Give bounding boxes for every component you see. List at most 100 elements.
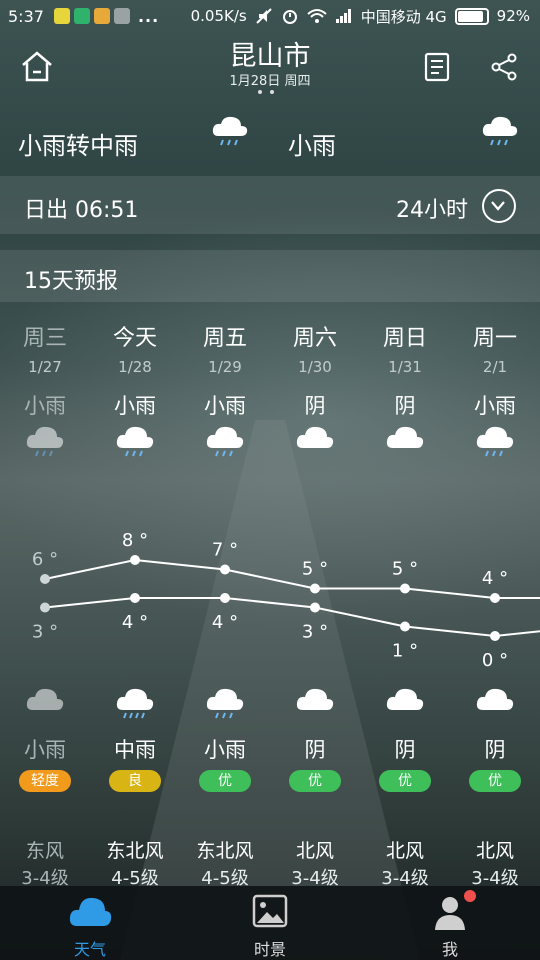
day-condition: 阴 — [394, 394, 416, 418]
cloud-icon — [296, 688, 334, 710]
rain-cloud-icon — [212, 116, 248, 146]
city-title[interactable]: 昆山市 — [0, 34, 540, 73]
tomorrow-condition: 小雨 — [288, 132, 336, 160]
rain-cloud-icon — [476, 426, 514, 457]
cloud-icon — [386, 426, 424, 448]
expand-hourly-button[interactable] — [482, 189, 516, 223]
day-condition: 小雨 — [204, 394, 246, 418]
hourly-toggle-label[interactable]: 24小时 — [396, 192, 468, 224]
low-temp-point — [130, 593, 140, 603]
day-date: 1/30 — [298, 358, 332, 376]
night-icon-cell — [450, 684, 540, 724]
wifi-icon — [307, 9, 327, 23]
high-temp-point — [490, 593, 500, 603]
day-icon-cell — [450, 422, 540, 462]
low-temp-point — [220, 593, 230, 603]
high-temp-label: 8 ° — [122, 530, 148, 551]
rain-cloud-icon — [482, 116, 518, 146]
cloud-icon — [26, 688, 64, 710]
night-icon-cell — [360, 684, 450, 724]
header: 昆山市 1月28日 周四 — [0, 32, 540, 96]
low-temp-label: 0 ° — [482, 650, 508, 671]
night-condition: 小雨 — [204, 738, 246, 762]
image-icon — [252, 894, 288, 928]
day-icon-cell — [90, 422, 180, 462]
nav-scene-label: 时景 — [253, 940, 286, 959]
carrier-label: 中国移动 4G — [360, 7, 447, 26]
status-bar: 5:37 ... 0.05K/s 中国移动 4G 92% — [0, 0, 540, 32]
network-speed: 0.05K/s — [190, 7, 247, 25]
nav-scene[interactable]: 时景 — [180, 886, 360, 960]
day-icon-cell — [0, 422, 90, 462]
nav-me[interactable]: 我 — [360, 886, 540, 960]
day-condition: 小雨 — [474, 394, 516, 418]
notification-icons — [53, 8, 130, 24]
status-time: 5:37 — [8, 6, 44, 26]
low-temp-point — [310, 602, 320, 613]
today-tomorrow-summary: 小雨转中雨 小雨 — [0, 96, 540, 170]
battery-icon — [454, 7, 489, 25]
cloud-icon — [386, 688, 424, 710]
aqi-cell: 良 — [90, 770, 180, 794]
aqi-cell: 轻度 — [0, 770, 90, 794]
rain-cloud-icon — [206, 426, 244, 457]
wind-direction: 北风 — [475, 840, 514, 862]
wind-direction: 东北风 — [196, 840, 254, 862]
cloud-icon — [296, 426, 334, 448]
low-temp-point — [490, 631, 500, 641]
page-indicator — [258, 90, 274, 94]
high-temp-point — [40, 574, 50, 584]
day-icon-cell — [270, 422, 360, 462]
high-temp-label: 7 ° — [212, 540, 238, 561]
notification-badge — [464, 890, 476, 902]
day-date: 2/1 — [482, 358, 508, 376]
bottom-navigation: 天气 时景 我 — [0, 886, 540, 960]
rain-cloud-icon — [116, 426, 154, 457]
news-list-icon[interactable] — [424, 52, 452, 82]
low-temp-label: 3 ° — [32, 622, 58, 643]
day-condition: 小雨 — [114, 394, 156, 418]
high-temp-label: 5 ° — [392, 559, 418, 580]
high-temp-label: 6 ° — [32, 549, 58, 570]
nav-weather-label: 天气 — [73, 940, 106, 959]
low-temp-label: 4 ° — [122, 612, 148, 633]
aqi-cell: 优 — [180, 770, 270, 794]
aqi-cell: 优 — [360, 770, 450, 794]
forecast-header: 15天预报 — [0, 250, 540, 302]
high-temp-label: 5 ° — [302, 559, 328, 580]
share-icon[interactable] — [490, 52, 520, 82]
cloud-icon — [476, 688, 514, 710]
day-weekday: 周一 — [472, 326, 517, 351]
low-temp-label: 1 ° — [392, 641, 418, 662]
low-temp-point — [40, 602, 50, 613]
day-condition: 阴 — [304, 394, 326, 418]
aqi-badge: 优 — [289, 770, 341, 792]
night-icon-cell — [90, 684, 180, 724]
high-temp-point — [310, 583, 320, 594]
day-weekday: 周五 — [202, 326, 247, 351]
day-weekday: 周三 — [22, 326, 67, 351]
aqi-cell: 优 — [270, 770, 360, 794]
high-temp-point — [220, 564, 230, 575]
aqi-badge: 优 — [469, 770, 521, 792]
cloud-icon — [69, 897, 112, 926]
wind-direction: 北风 — [385, 840, 424, 862]
high-temp-point — [400, 583, 410, 594]
night-icon-cell — [180, 684, 270, 724]
rain-cloud-icon — [206, 688, 244, 719]
battery-percent: 92% — [496, 7, 530, 25]
day-condition: 小雨 — [24, 394, 66, 418]
wind-direction: 北风 — [295, 840, 334, 862]
night-icon-cell — [0, 684, 90, 724]
low-temp-label: 4 ° — [212, 612, 238, 633]
temperature-chart: 6 ° 3 ° 8 ° 4 ° 7 ° 4 ° 5 ° 3 ° 5 ° 1 ° 4 ° 0 ° — [32, 530, 540, 671]
low-temp-label: 3 ° — [302, 622, 328, 643]
app-notification-icon — [53, 8, 70, 24]
day-weekday: 周六 — [292, 326, 337, 351]
nav-weather[interactable]: 天气 — [0, 886, 180, 960]
current-date: 1月28日 周四 — [229, 74, 311, 89]
heavy-rain-cloud-icon — [116, 688, 154, 719]
day-date: 1/29 — [208, 358, 242, 376]
night-icon-cell — [270, 684, 360, 724]
sunrise-bar: 日出 06:51 24小时 — [0, 176, 540, 234]
